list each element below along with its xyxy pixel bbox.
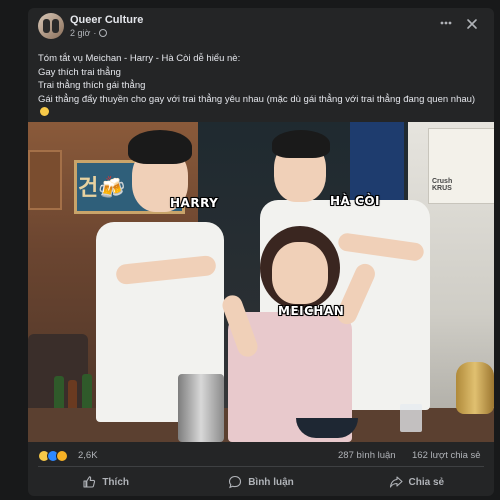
caption-line: Gái thẳng đẩy thuyền cho gay với trai th… [38,93,476,105]
caption-line: Gay thích trai thẳng [38,66,121,78]
globe-icon [99,29,108,37]
post-time[interactable]: 2 giờ [70,28,90,38]
smile-emoji-icon [40,107,49,116]
photo-sign-text: 건🍻 [78,175,126,200]
person-head [272,242,328,304]
avatar-figure-right [52,19,59,33]
caption-line-with-emoji: Gái thẳng đẩy thuyền cho gay với trai th… [38,93,486,120]
page-avatar[interactable] [38,13,64,39]
page-name[interactable]: Queer Culture [70,14,143,26]
actions-divider [38,466,484,467]
shares-count[interactable]: 162 lượt chia sẻ [412,450,481,461]
comments-count[interactable]: 287 bình luận [338,450,396,461]
photo-beer-ad [428,128,494,204]
comment-icon [229,475,242,489]
sad-reaction-icon [56,450,68,462]
post-meta: 2 giờ · [70,28,108,38]
photo-bottle [54,376,64,412]
post-card: Queer Culture 2 giờ · Tóm tắt vụ Meichan… [28,8,494,496]
caption-line: Trai thẳng thích gái thẳng [38,80,146,91]
comment-button[interactable]: Bình luận [183,469,338,495]
close-icon [467,19,477,29]
more-horizontal-icon [440,21,452,25]
post-header: Queer Culture 2 giờ · [28,8,494,44]
photo-kettle [456,362,494,414]
post-photo[interactable]: 건🍻 Crush KRUS HARRY HÀ CÒI MEICHAN [28,122,494,442]
photo-tag-harry: HARRY [170,196,219,210]
photo-bottle [82,374,92,410]
caption-line: Tóm tắt vụ Meichan - Harry - Hà Còi dễ h… [38,53,241,64]
photo-wall-frame [28,150,62,210]
like-label: Thích [102,476,129,488]
close-button[interactable] [462,16,482,36]
reactions-count[interactable]: 2,6K [78,450,98,461]
comment-label: Bình luận [248,476,294,488]
photo-cup [400,404,422,432]
share-button[interactable]: Chia sẻ [339,469,494,495]
photo-ad-text: Crush KRUS [432,178,453,192]
post-stats: 2,6K 287 bình luận 162 lượt chia sẻ [28,446,494,466]
photo-tag-meichan: MEICHAN [278,304,345,318]
thumbs-up-icon [83,476,96,488]
reaction-icons[interactable] [38,450,68,462]
person-hair [128,130,192,164]
post-caption: Tóm tắt vụ Meichan - Harry - Hà Còi dễ h… [38,52,486,120]
photo-canister [178,374,224,442]
more-options-button[interactable] [436,16,456,36]
like-button[interactable]: Thích [28,469,183,495]
person-hair [272,130,330,158]
post-actions: Thích Bình luận Chia sẻ [28,469,494,495]
photo-tag-ha-coi: HÀ CÒI [330,194,380,208]
avatar-figure-left [43,19,50,33]
share-arrow-icon [389,476,403,488]
share-label: Chia sẻ [408,476,445,488]
